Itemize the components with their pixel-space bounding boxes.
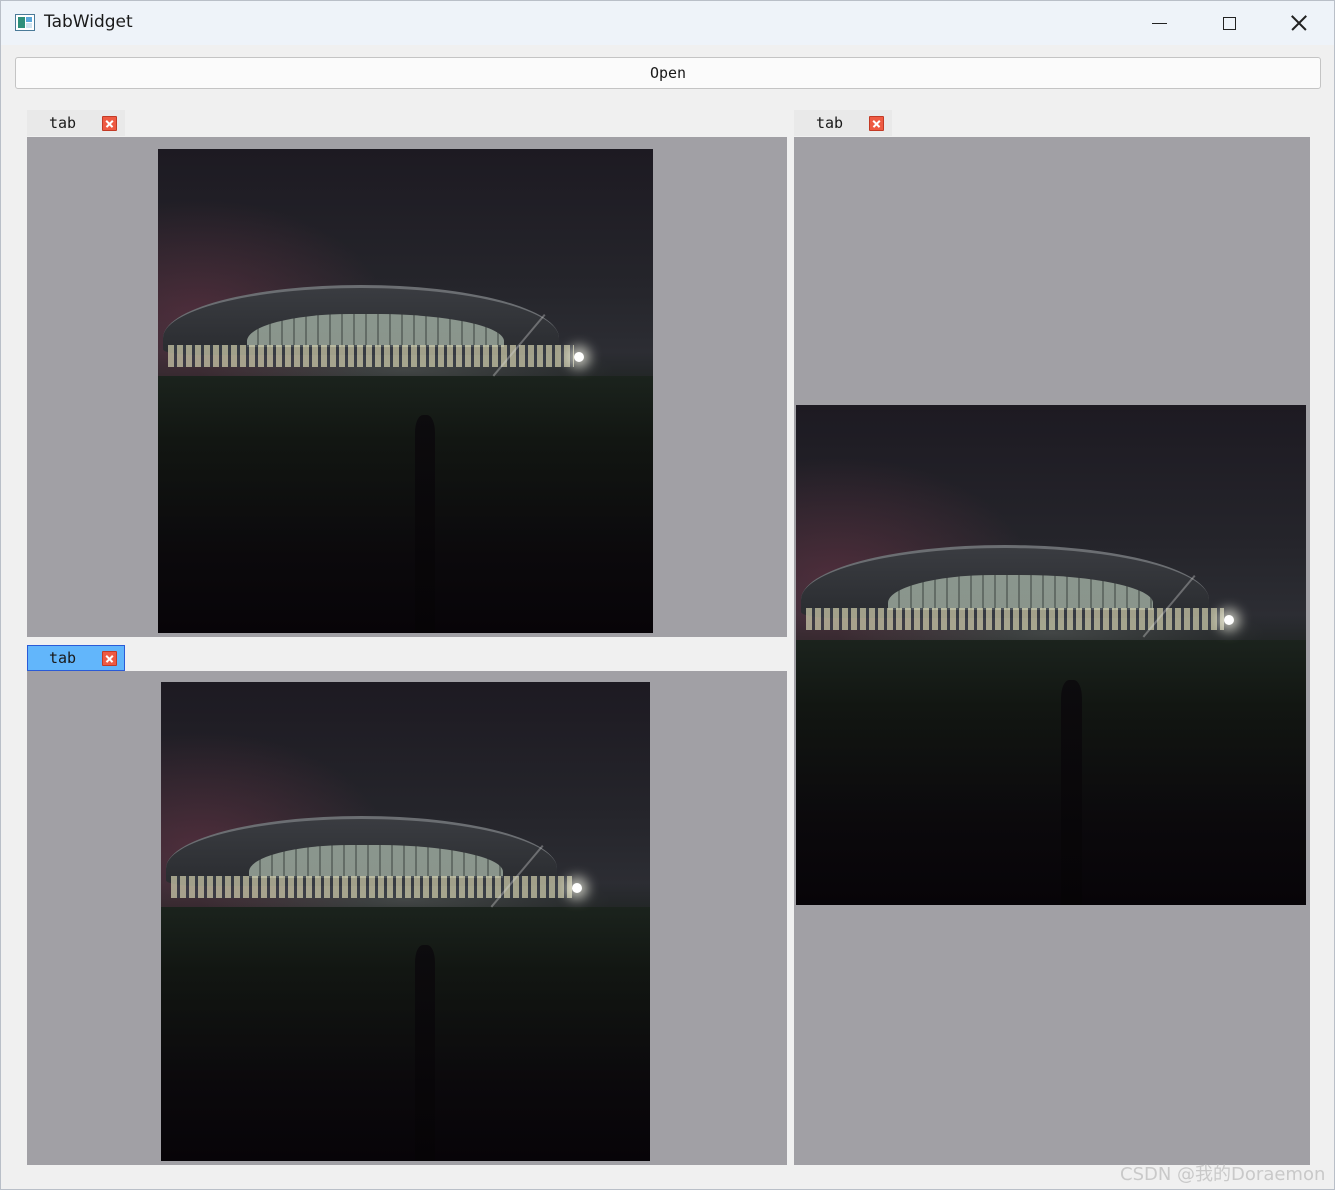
stadium-photo — [796, 405, 1306, 905]
tab-close-icon[interactable] — [869, 116, 884, 131]
app-window: TabWidget Open tab tab tab CSDN @我的Dorae… — [0, 0, 1335, 1190]
tab-close-icon[interactable] — [102, 116, 117, 131]
maximize-icon — [1222, 16, 1236, 30]
tab-label: tab — [49, 114, 77, 132]
stadium-photo — [161, 682, 650, 1161]
watermark: CSDN @我的Doraemon — [1120, 1164, 1326, 1185]
stadium-photo — [158, 149, 653, 633]
window-title: TabWidget — [44, 12, 133, 32]
app-icon — [15, 14, 35, 31]
maximize-button[interactable] — [1195, 1, 1263, 45]
tab-close-icon[interactable] — [102, 651, 117, 666]
tab[interactable]: tab — [27, 110, 125, 136]
close-icon — [1291, 15, 1307, 31]
tab-pane — [27, 137, 787, 637]
minimize-icon — [1151, 22, 1167, 24]
tab-active[interactable]: tab — [27, 645, 125, 671]
tab-pane — [794, 137, 1310, 1165]
title-bar[interactable]: TabWidget — [1, 1, 1334, 45]
tab[interactable]: tab — [794, 110, 892, 136]
minimize-button[interactable] — [1125, 1, 1193, 45]
open-button[interactable]: Open — [15, 57, 1321, 89]
tab-label: tab — [816, 114, 844, 132]
tab-pane — [27, 671, 787, 1165]
close-button[interactable] — [1265, 1, 1333, 45]
tab-label: tab — [49, 649, 77, 667]
